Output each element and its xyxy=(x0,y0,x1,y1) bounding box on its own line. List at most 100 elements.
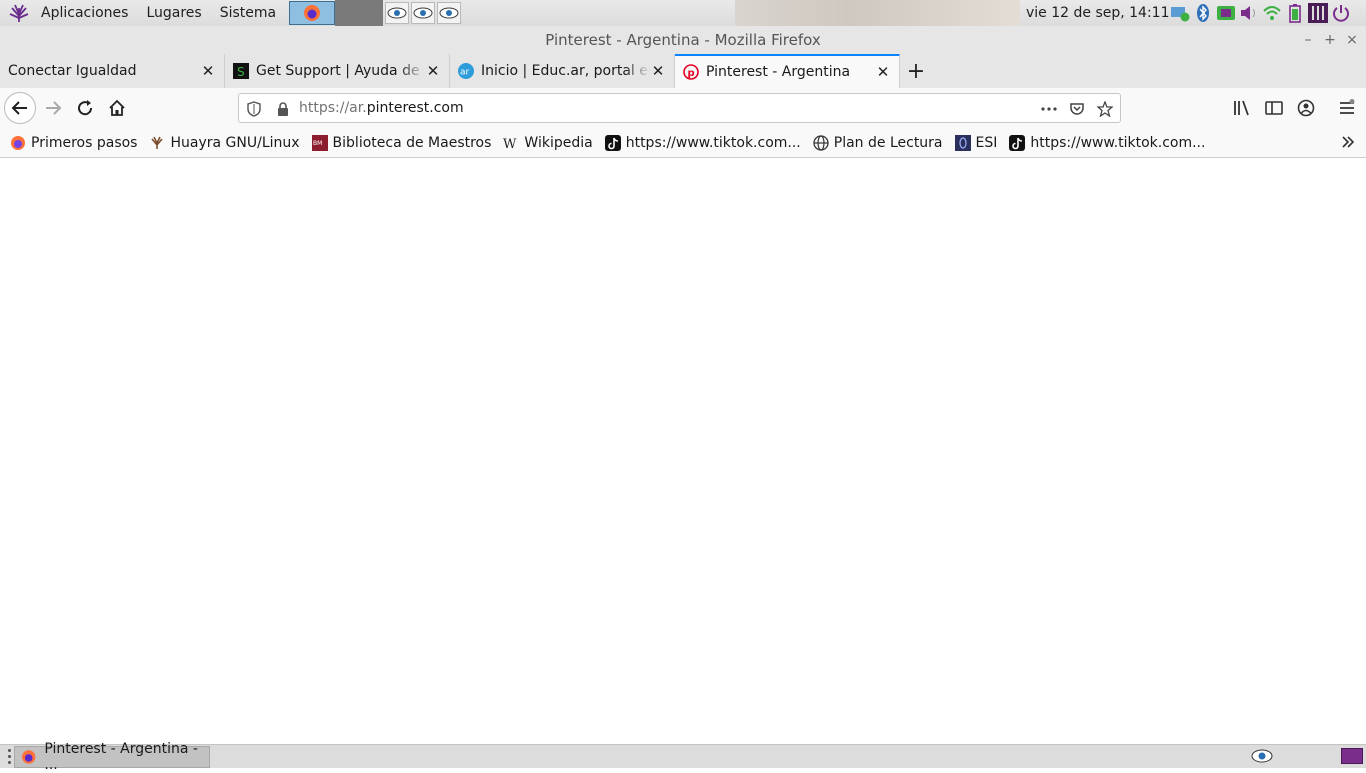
minimize-button[interactable]: – xyxy=(1302,26,1314,54)
close-tab-icon[interactable]: ✕ xyxy=(200,62,216,80)
page-content[interactable] xyxy=(0,159,1366,744)
eye-icon[interactable] xyxy=(1250,746,1274,766)
taskbar-window-button[interactable]: Pinterest - Argentina - ... xyxy=(14,741,210,773)
svg-text:W: W xyxy=(503,137,517,151)
plus-icon: + xyxy=(906,58,926,84)
window-titlebar[interactable]: Pinterest - Argentina - Mozilla Firefox … xyxy=(0,26,1366,54)
reload-icon xyxy=(78,100,93,116)
power-icon[interactable] xyxy=(1331,2,1351,24)
pinterest-icon: p xyxy=(683,64,699,80)
window-title: Pinterest - Argentina - Mozilla Firefox xyxy=(545,31,821,49)
eye-applet-button[interactable] xyxy=(385,2,410,24)
huayra-icon xyxy=(149,135,165,151)
page-actions-icon[interactable] xyxy=(1041,101,1057,117)
display-icon[interactable] xyxy=(1216,2,1236,24)
green-s-icon: S xyxy=(233,63,249,79)
back-button[interactable] xyxy=(4,92,36,124)
reload-button[interactable] xyxy=(69,92,101,124)
clock[interactable]: vie 12 de sep, 14:11 xyxy=(1026,0,1170,26)
firefox-icon xyxy=(21,749,36,764)
tab-educar[interactable]: ar Inicio | Educ.ar, portal edu ✕ xyxy=(450,54,675,88)
bookmark-label: Huayra GNU/Linux xyxy=(170,134,300,151)
menu-sistema[interactable]: Sistema xyxy=(211,0,285,26)
url-bar[interactable]: https://ar.pinterest.com xyxy=(238,93,1121,123)
sidebar-button[interactable] xyxy=(1258,92,1290,124)
svg-text:p: p xyxy=(688,68,695,79)
workspace-switcher[interactable] xyxy=(1341,748,1363,764)
bookmark-tiktok-2[interactable]: https://www.tiktok.com... xyxy=(1009,134,1206,151)
forward-button[interactable] xyxy=(37,92,69,124)
bookmark-plan-de-lectura[interactable]: Plan de Lectura xyxy=(813,135,943,151)
tab-title: Get Support | Ayuda de M xyxy=(256,63,425,79)
tab-title: Conectar Igualdad xyxy=(8,63,137,79)
eye-applet-button[interactable] xyxy=(411,2,436,24)
tab-pinterest[interactable]: p Pinterest - Argentina ✕ xyxy=(675,54,900,88)
bookmark-huayra[interactable]: Huayra GNU/Linux xyxy=(149,134,300,151)
svg-text:ar: ar xyxy=(460,68,470,78)
bookmark-biblioteca[interactable]: BM Biblioteca de Maestros xyxy=(311,134,491,151)
bookmark-esi[interactable]: ESI xyxy=(954,134,998,151)
bluetooth-icon[interactable] xyxy=(1193,2,1213,24)
educar-icon: ar xyxy=(458,63,474,79)
bookmarks-overflow-chevron-icon[interactable] xyxy=(1340,134,1356,154)
tab-title: Inicio | Educ.ar, portal edu xyxy=(481,63,650,79)
panel-background xyxy=(735,0,1020,26)
bookmark-primeros-pasos[interactable]: Primeros pasos xyxy=(10,135,137,151)
new-tab-button[interactable]: + xyxy=(900,54,932,88)
tab-title: Pinterest - Argentina xyxy=(706,64,851,80)
url-prefix: https://ar. xyxy=(299,100,367,116)
app-menu-button[interactable] xyxy=(1331,92,1363,124)
tracking-protection-shield-icon[interactable] xyxy=(246,101,262,117)
home-button[interactable] xyxy=(101,92,133,124)
close-tab-icon[interactable]: ✕ xyxy=(875,63,891,81)
tiktok-icon xyxy=(604,134,621,151)
bottom-taskbar: Pinterest - Argentina - ... xyxy=(0,741,1366,773)
svg-text:BM: BM xyxy=(313,140,322,147)
bookmark-label: https://www.tiktok.com... xyxy=(1030,134,1206,151)
tab-conectar-igualdad[interactable]: Conectar Igualdad ✕ xyxy=(0,54,225,88)
eye-applet-button[interactable] xyxy=(437,2,462,24)
account-icon xyxy=(1297,99,1315,117)
volume-icon[interactable] xyxy=(1239,2,1259,24)
bookmark-label: https://www.tiktok.com... xyxy=(625,134,801,151)
library-button[interactable] xyxy=(1226,92,1258,124)
firefox-icon xyxy=(304,5,321,21)
network-manager-icon[interactable] xyxy=(1170,2,1190,24)
taskbar-drag-handle[interactable] xyxy=(4,748,14,766)
workspace-indicator-icon[interactable] xyxy=(1308,2,1328,24)
close-window-button[interactable]: × xyxy=(1346,26,1358,54)
huayra-logo-icon[interactable] xyxy=(6,0,32,26)
menu-lugares[interactable]: Lugares xyxy=(137,0,210,26)
panel-separator xyxy=(335,0,384,26)
battery-icon[interactable] xyxy=(1285,2,1305,24)
tab-get-support[interactable]: S Get Support | Ayuda de M ✕ xyxy=(225,54,450,88)
firefox-launcher-button[interactable] xyxy=(289,1,336,25)
sidebar-icon xyxy=(1265,101,1283,115)
wifi-icon[interactable] xyxy=(1262,2,1282,24)
hamburger-menu-icon xyxy=(1340,99,1355,114)
bookmark-label: Wikipedia xyxy=(524,134,593,151)
close-tab-icon[interactable]: ✕ xyxy=(425,62,441,80)
arrow-right-icon xyxy=(46,101,62,115)
eye-icon xyxy=(387,7,407,19)
bookmark-tiktok-1[interactable]: https://www.tiktok.com... xyxy=(604,134,801,151)
svg-text:S: S xyxy=(237,65,245,79)
pocket-icon[interactable] xyxy=(1069,101,1085,117)
bookmark-star-icon[interactable] xyxy=(1097,101,1113,117)
arrow-left-icon xyxy=(11,101,27,115)
bookmark-label: Primeros pasos xyxy=(31,134,138,151)
close-tab-icon[interactable]: ✕ xyxy=(650,62,666,80)
account-button[interactable] xyxy=(1290,92,1322,124)
bookmark-label: Plan de Lectura xyxy=(833,134,943,151)
library-icon xyxy=(1234,100,1249,116)
maximize-button[interactable]: + xyxy=(1324,26,1336,54)
firefox-icon xyxy=(10,135,26,151)
bookmark-label: ESI xyxy=(975,134,998,151)
globe-icon xyxy=(813,134,829,151)
lock-icon[interactable] xyxy=(275,101,291,117)
bookmark-wikipedia[interactable]: W Wikipedia xyxy=(503,135,592,151)
menu-aplicaciones[interactable]: Aplicaciones xyxy=(32,0,137,26)
url-text: https://ar.pinterest.com xyxy=(299,100,464,116)
tiktok-icon xyxy=(1009,134,1026,151)
tab-strip: Conectar Igualdad ✕ S Get Support | Ayud… xyxy=(0,54,1366,88)
